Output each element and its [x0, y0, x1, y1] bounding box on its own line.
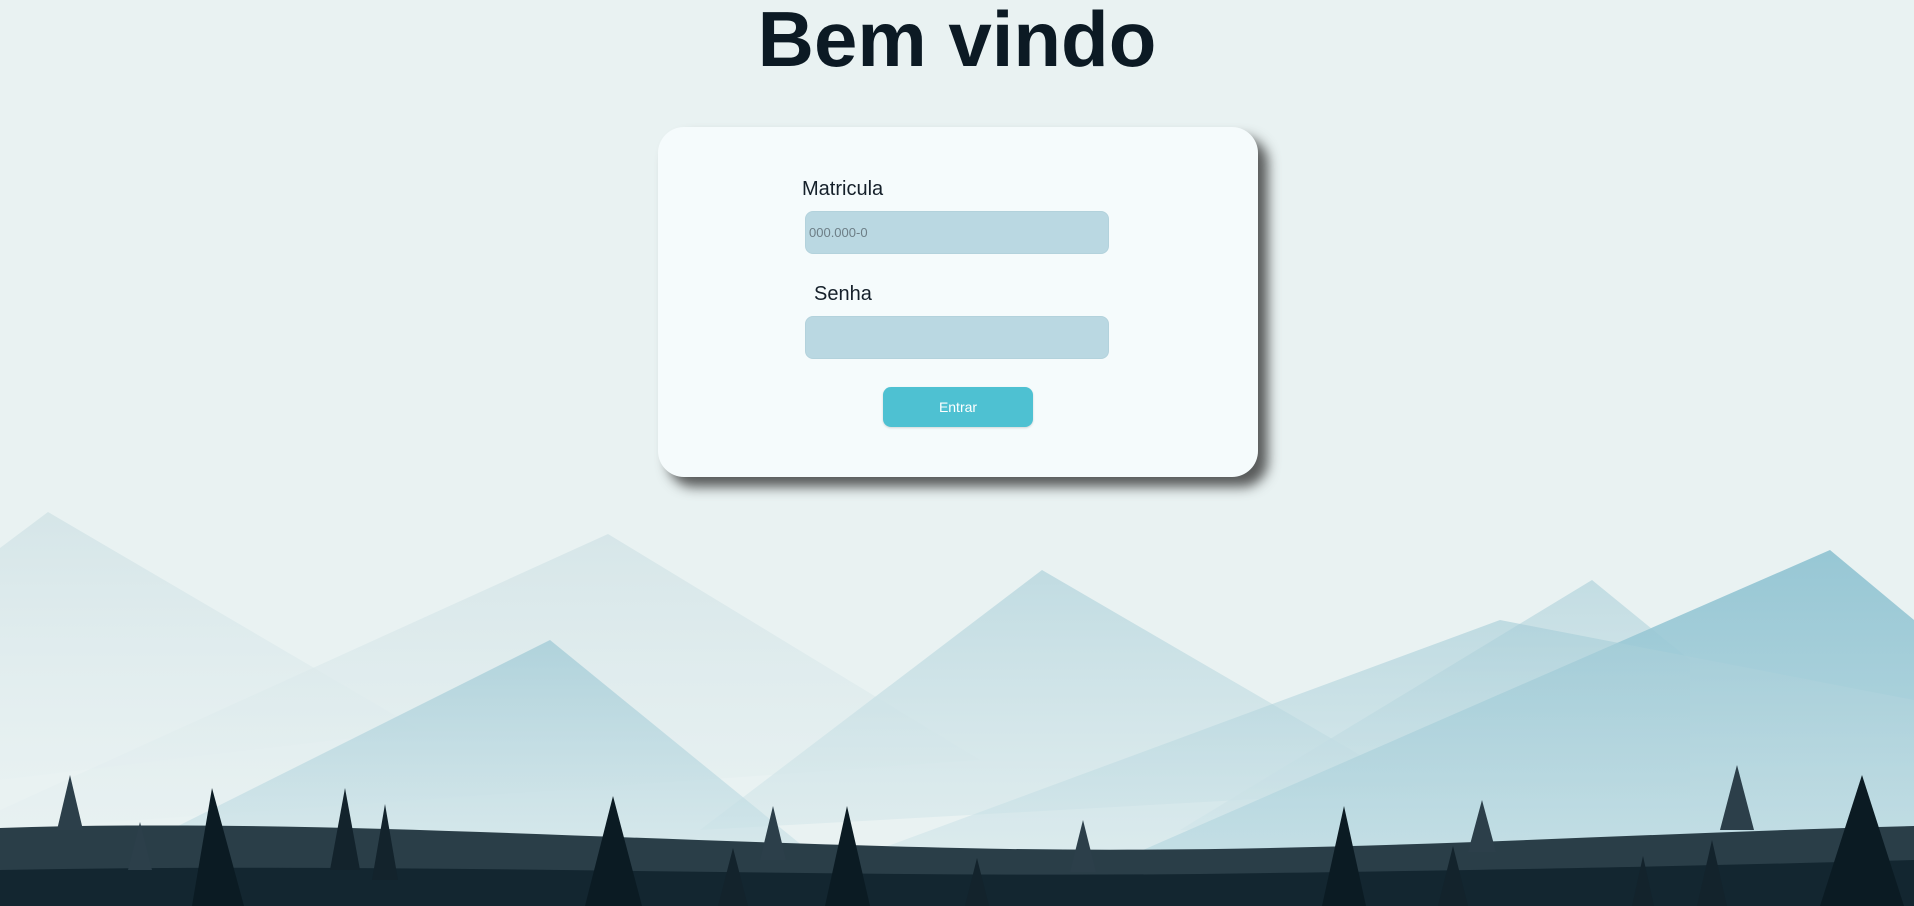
login-page: Bem vindo Matricula Senha Entrar: [0, 0, 1914, 906]
login-card: Matricula Senha Entrar: [658, 127, 1258, 477]
senha-input[interactable]: [805, 316, 1109, 359]
page-title: Bem vindo: [757, 0, 1157, 83]
entrar-button[interactable]: Entrar: [883, 387, 1033, 427]
matricula-input[interactable]: [805, 211, 1109, 254]
senha-label: Senha: [814, 283, 872, 305]
matricula-label: Matricula: [802, 178, 884, 200]
